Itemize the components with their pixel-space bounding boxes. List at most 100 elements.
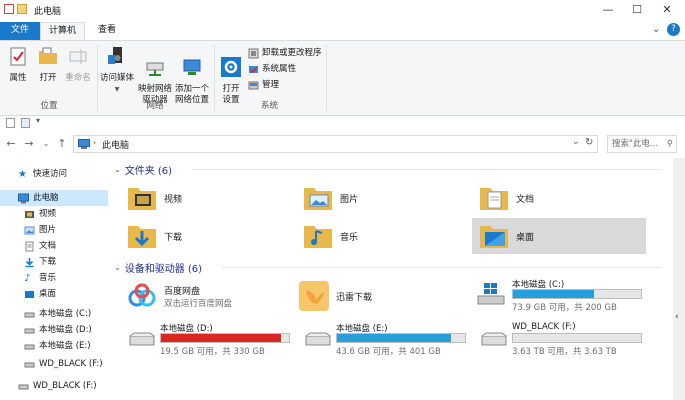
- baidu-netdisk-icon: [128, 283, 156, 307]
- ribbon-separator: [326, 45, 327, 111]
- breadcrumb-chevron-icon[interactable]: ›: [93, 138, 96, 147]
- search-input[interactable]: 搜索"此电... ⚲: [607, 135, 677, 153]
- maximize-button[interactable]: ☐: [623, 0, 651, 22]
- navigation-pane: ★ 快速访问 此电脑 视频 图片 文档 下载 ♪ 音乐 桌面 本地磁盘 (C:) 本…: [0, 158, 110, 400]
- access-media-label: 访问媒体: [99, 73, 134, 83]
- nav-item-label: 视频: [39, 209, 57, 219]
- video-icon: [25, 210, 34, 218]
- folders-section-header[interactable]: ⌄ 文件夹 (6): [114, 162, 172, 177]
- drive-usage-bar: [512, 333, 642, 343]
- system-properties-icon: [249, 65, 258, 73]
- folders-header-label: 文件夹 (6): [124, 166, 173, 177]
- device-baidu-netdisk[interactable]: 百度网盘 双击运行百度网盘: [126, 278, 296, 314]
- nav-item-label: 音乐: [39, 273, 57, 283]
- drive-f[interactable]: WD_BLACK (F:) 3.63 TB 可用，共 3.63 TB: [472, 320, 642, 357]
- folder-music[interactable]: 音乐: [302, 218, 472, 254]
- pictures-folder-icon: [304, 188, 332, 210]
- system-small-buttons: 卸载或更改程序 系统属性 管理: [248, 45, 322, 93]
- nav-item-label: 文档: [39, 241, 57, 251]
- devices-header-label: 设备和驱动器 (6): [124, 264, 203, 275]
- address-bar[interactable]: › 此电脑 ⌄ ↻: [73, 135, 598, 153]
- collapse-chevron-icon[interactable]: ⌄: [114, 165, 121, 174]
- close-button[interactable]: ✕: [653, 0, 681, 22]
- properties-quick-icon[interactable]: [4, 4, 14, 14]
- rename-button[interactable]: 重命名: [62, 45, 94, 84]
- system-properties-button[interactable]: 系统属性: [248, 61, 322, 77]
- back-arrow-icon[interactable]: ←: [4, 136, 18, 152]
- folder-pictures[interactable]: 图片: [302, 180, 472, 216]
- folder-desktop[interactable]: 桌面: [472, 218, 646, 254]
- nav-quick-access[interactable]: ★ 快速访问: [0, 166, 108, 182]
- drive-e[interactable]: 本地磁盘 (E:) 43.6 GB 可用，共 401 GB: [296, 320, 466, 357]
- nav-item-drive-d[interactable]: 本地磁盘 (D:): [0, 322, 108, 338]
- drive-free-space: 19.5 GB 可用，共 330 GB: [160, 347, 265, 357]
- network-location-icon: [183, 59, 201, 75]
- up-arrow-icon[interactable]: ↑: [55, 136, 69, 152]
- nav-item-label: 桌面: [39, 289, 57, 299]
- tab-computer[interactable]: 计算机: [40, 22, 86, 40]
- downloads-folder-icon: [128, 226, 156, 248]
- folder-videos[interactable]: 视频: [126, 180, 296, 216]
- documents-folder-icon: [480, 188, 508, 210]
- uninstall-program-button[interactable]: 卸载或更改程序: [248, 45, 322, 61]
- quick-access-row: ▾: [0, 116, 685, 131]
- nav-item-label: 本地磁盘 (C:): [39, 309, 92, 319]
- nav-item-pictures[interactable]: 图片: [0, 222, 108, 238]
- hard-drive-icon: [481, 332, 507, 346]
- access-media-button[interactable]: 访问媒体 ▼: [99, 45, 135, 95]
- document-icon: [25, 241, 34, 251]
- nav-item-drive-e[interactable]: 本地磁盘 (E:): [0, 338, 108, 354]
- device-name: 百度网盘: [164, 286, 201, 297]
- nav-wd-black[interactable]: WD_BLACK (F:): [0, 378, 108, 394]
- collapse-chevron-icon[interactable]: ⌄: [114, 263, 121, 272]
- nav-this-pc[interactable]: 此电脑: [0, 190, 108, 206]
- nav-item-downloads[interactable]: 下载: [0, 254, 108, 270]
- drive-free-space: 3.63 TB 可用，共 3.63 TB: [512, 347, 617, 357]
- music-folder-icon: [304, 226, 332, 248]
- expand-pane-icon[interactable]: ‹: [675, 312, 679, 322]
- help-icon[interactable]: ?: [667, 23, 680, 36]
- new-folder-small-icon[interactable]: [21, 118, 30, 128]
- refresh-icon[interactable]: ↻: [585, 137, 593, 148]
- open-folder-icon: [39, 47, 57, 64]
- forward-arrow-icon[interactable]: →: [22, 136, 36, 152]
- hard-drive-icon: [129, 332, 155, 346]
- drive-icon: [24, 328, 35, 333]
- drive-icon: [18, 384, 29, 389]
- windows-drive-icon: [477, 283, 505, 305]
- nav-item-videos[interactable]: 视频: [0, 206, 108, 222]
- ribbon-separator: [214, 45, 215, 111]
- breadcrumb[interactable]: 此电脑: [102, 138, 129, 151]
- nav-item-drive-c[interactable]: 本地磁盘 (C:): [0, 306, 108, 322]
- tab-view[interactable]: 查看: [90, 22, 124, 40]
- properties-small-icon[interactable]: [6, 118, 15, 128]
- device-xunlei[interactable]: 迅雷下载: [298, 278, 468, 314]
- folder-name: 文档: [516, 194, 535, 205]
- folder-documents[interactable]: 文档: [478, 180, 648, 216]
- nav-item-music[interactable]: ♪ 音乐: [0, 270, 108, 286]
- nav-item-desktop[interactable]: 桌面: [0, 286, 108, 302]
- customize-qat-icon[interactable]: ▾: [36, 116, 40, 125]
- nav-item-drive-f[interactable]: WD_BLACK (F:): [0, 356, 108, 372]
- device-subtitle: 双击运行百度网盘: [164, 298, 233, 309]
- minimize-button[interactable]: —: [594, 0, 622, 22]
- nav-item-documents[interactable]: 文档: [0, 238, 108, 254]
- address-dropdown-icon[interactable]: ⌄: [572, 137, 580, 147]
- devices-section-header[interactable]: ⌄ 设备和驱动器 (6): [114, 260, 202, 275]
- drive-c[interactable]: 本地磁盘 (C:) 73.9 GB 可用，共 200 GB: [472, 276, 642, 313]
- window-title: 此电脑: [34, 7, 62, 17]
- recent-locations-icon[interactable]: ⌄: [39, 136, 53, 152]
- drive-d[interactable]: 本地磁盘 (D:) 19.5 GB 可用，共 330 GB: [120, 320, 290, 357]
- tab-file[interactable]: 文件: [0, 22, 40, 40]
- system-properties-label: 系统属性: [262, 64, 297, 74]
- properties-button[interactable]: 属性: [4, 45, 32, 84]
- manage-button[interactable]: 管理: [248, 77, 322, 93]
- folder-downloads[interactable]: 下载: [126, 218, 296, 254]
- video-folder-icon: [128, 188, 156, 210]
- collapse-ribbon-icon[interactable]: ⌄: [652, 24, 660, 35]
- open-button[interactable]: 打开: [34, 45, 62, 84]
- new-folder-quick-icon[interactable]: [17, 4, 27, 14]
- vertical-scrollbar[interactable]: ‹: [673, 158, 685, 400]
- drive-usage-bar: [160, 333, 290, 343]
- ribbon: 属性 打开 重命名 位置 访问媒体 ▼ 映射网络 驱动器 添加一个 网络位置 网…: [0, 40, 685, 116]
